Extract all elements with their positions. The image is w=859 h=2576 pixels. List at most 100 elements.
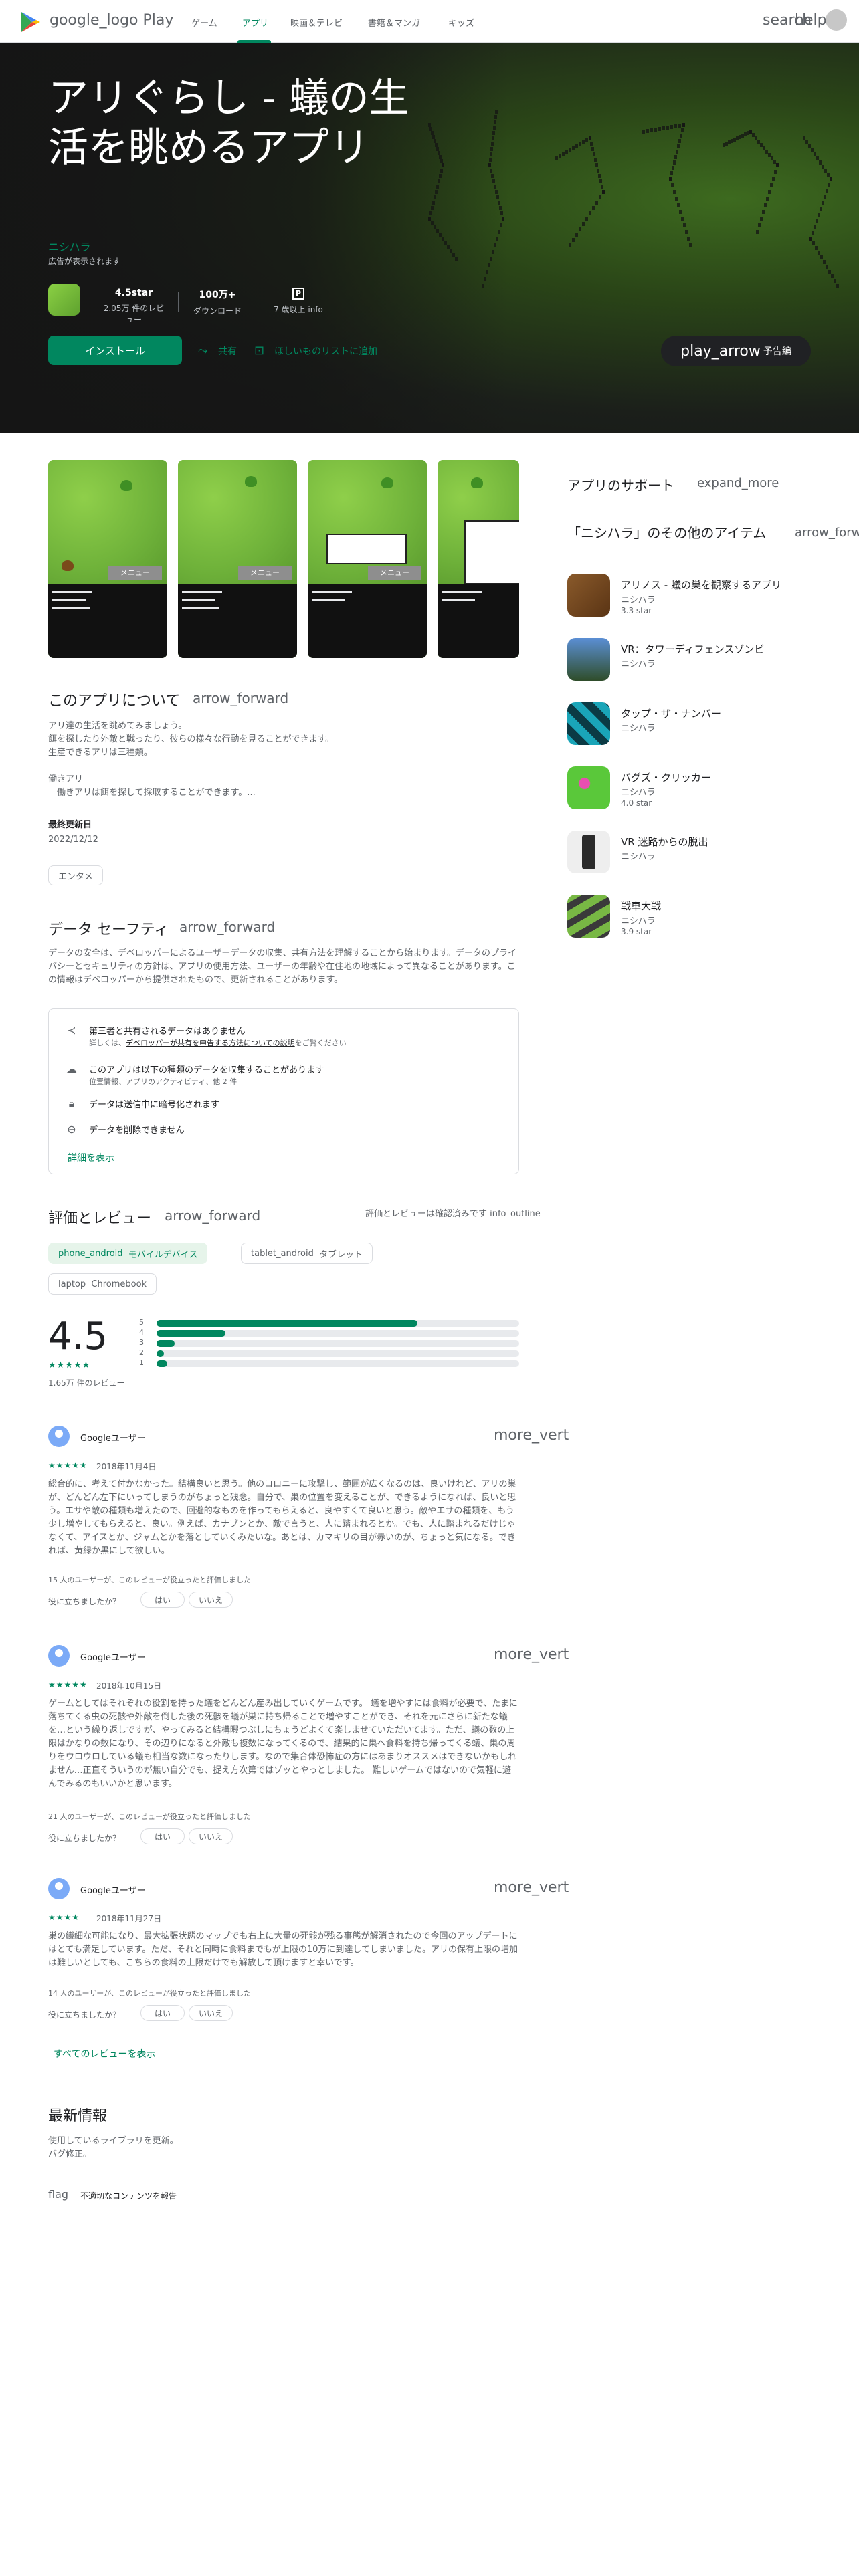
rating-bar-star-label: 1 — [139, 1358, 144, 1367]
screenshot-1[interactable]: メニュー — [48, 460, 167, 658]
ant-sprite — [681, 217, 684, 221]
related-app-developer: ニシハラ — [621, 724, 656, 734]
related-app-item[interactable]: VR 迷路からの脱出 ニシハラ — [567, 831, 835, 877]
developer-link[interactable]: ニシハラ — [48, 238, 91, 254]
more-vert-icon[interactable]: more_vert — [494, 1879, 569, 1896]
review-no-button[interactable]: いいえ — [189, 1592, 233, 1608]
ant-sprite — [744, 132, 747, 136]
data-safety-arrow-icon[interactable]: arrow_forward — [179, 919, 275, 935]
google-play-logo-text[interactable]: google_logo Play — [50, 12, 173, 29]
google-play-logo-icon[interactable] — [20, 11, 41, 33]
content-rating-label[interactable]: 7 歳以上 info — [265, 304, 332, 315]
ant-sprite — [765, 150, 768, 154]
review-helpful-question: 役に立ちましたか？ — [48, 1834, 121, 1843]
tree-sprite — [381, 477, 393, 488]
review-date: 2018年11月27日 — [96, 1914, 162, 1923]
share-icon: ≺ — [67, 1024, 76, 1037]
device-chip-phone[interactable]: phone_android モバイルデバイス — [48, 1243, 208, 1264]
tree-sprite — [471, 477, 483, 488]
ant-sprite — [739, 135, 741, 139]
rating-bar-fill — [157, 1340, 175, 1347]
about-title[interactable]: このアプリについて — [48, 689, 180, 710]
category-chip[interactable]: エンタメ — [48, 865, 103, 885]
ant-sprite — [689, 243, 692, 247]
review-yes-button[interactable]: はい — [140, 1592, 185, 1608]
share-button[interactable]: 共有 — [218, 344, 237, 358]
related-app-icon — [567, 702, 610, 745]
ant-sprite — [762, 210, 765, 214]
ant-sprite — [728, 140, 731, 144]
screenshot-dialog — [326, 534, 407, 564]
ant-sprite — [823, 260, 826, 264]
ant-sprite — [676, 150, 678, 154]
help-icon[interactable]: help — [795, 12, 827, 29]
more-by-developer-arrow-icon[interactable]: arrow_forward — [795, 526, 859, 540]
report-content-link[interactable]: 不適切なコンテンツを報告 — [80, 2189, 177, 2203]
flag-icon[interactable]: flag — [48, 2188, 68, 2202]
share-icon[interactable]: ⤳ — [198, 344, 207, 358]
nav-tab-apps[interactable]: アプリ — [242, 16, 268, 29]
screenshot-2[interactable]: メニュー — [178, 460, 297, 658]
ant-sprite — [811, 148, 814, 152]
rating-bar-star-label: 5 — [139, 1318, 144, 1327]
review-no-button[interactable]: いいえ — [189, 1828, 233, 1844]
average-rating-score: 4.5 — [48, 1315, 108, 1358]
install-button[interactable]: インストール — [48, 336, 182, 365]
ant-sprite — [597, 169, 599, 173]
device-chip-tablet[interactable]: tablet_android タブレット — [241, 1243, 373, 1264]
review-yes-button[interactable]: はい — [140, 2005, 185, 2021]
more-by-developer-title[interactable]: 「ニシハラ」のその他のアイテム — [567, 523, 775, 543]
related-app-item[interactable]: アリノス - 蟻の巣を観察するアプリ ニシハラ 3.3 star — [567, 574, 835, 621]
account-avatar-icon[interactable] — [826, 9, 847, 31]
related-app-item[interactable]: 戦車大戦 ニシハラ 3.9 star — [567, 895, 835, 942]
screenshot-3[interactable]: メニュー — [308, 460, 427, 658]
related-app-icon — [567, 638, 610, 681]
data-safety-title[interactable]: データ セーフティ — [48, 918, 169, 939]
expand-more-icon[interactable]: expand_more — [697, 476, 779, 490]
all-reviews-link[interactable]: すべてのレビューを表示 — [54, 2048, 155, 2061]
review-yes-button[interactable]: はい — [140, 1828, 185, 1844]
about-line: アリ達の生活を眺めてみましょう。 — [48, 721, 187, 731]
data-safety-details-link[interactable]: 詳細を表示 — [68, 1151, 114, 1164]
related-app-name: タップ・ザ・ナンバー — [621, 708, 722, 720]
tree-sprite — [120, 480, 132, 491]
ant-sprite — [658, 127, 661, 131]
more-vert-icon[interactable]: more_vert — [494, 1646, 569, 1663]
nav-tab-books[interactable]: 書籍＆マンガ — [368, 16, 420, 29]
bookmark-icon[interactable]: ⊡ — [254, 344, 264, 358]
trailer-button[interactable]: play_arrow 予告編 — [661, 336, 811, 366]
wishlist-button[interactable]: ほしいものリストに追加 — [274, 344, 377, 358]
ant-sprite — [599, 179, 602, 183]
ant-sprite — [824, 195, 826, 199]
ratings-title[interactable]: 評価とレビュー — [48, 1206, 151, 1228]
content-rating-stat: P 7 歳以上 info — [265, 288, 332, 315]
learn-more-link[interactable]: デベロッパーが共有を申告する方法についての説明 — [126, 1039, 295, 1047]
nav-tab-movies-tv[interactable]: 映画＆テレビ — [290, 16, 343, 29]
nav-tab-kids[interactable]: キッズ — [448, 16, 474, 29]
device-chip-chromebook[interactable]: laptop Chromebook — [48, 1273, 157, 1295]
rating-stat: 4.5star 2.05万 件のレビュー — [100, 288, 167, 325]
nav-tab-games[interactable]: ゲーム — [191, 16, 217, 29]
ant-sprite — [776, 163, 779, 167]
about-arrow-icon[interactable]: arrow_forward — [193, 690, 288, 706]
ant-sprite — [758, 223, 761, 227]
screenshot-4[interactable] — [438, 460, 519, 658]
more-vert-icon[interactable]: more_vert — [494, 1427, 569, 1444]
ant-sprite — [669, 177, 672, 181]
ant-sprite — [673, 190, 676, 194]
related-app-name: バグズ・クリッカー — [621, 772, 712, 784]
related-app-item[interactable]: バグズ・クリッカー ニシハラ 4.0 star — [567, 766, 835, 813]
rating-bar-track — [157, 1340, 519, 1347]
ant-sprite — [836, 284, 839, 288]
ratings-verified-note[interactable]: 評価とレビューは確認済みです info_outline — [365, 1208, 541, 1221]
related-app-item[interactable]: VR：タワーディフェンスゾンビ ニシハラ — [567, 638, 835, 685]
ant-sprite — [827, 173, 830, 177]
review-no-button[interactable]: いいえ — [189, 2005, 233, 2021]
ratings-arrow-icon[interactable]: arrow_forward — [165, 1208, 260, 1224]
related-app-item[interactable]: タップ・ザ・ナンバー ニシハラ — [567, 702, 835, 749]
screenshot-menu-button: メニュー — [368, 566, 421, 580]
ant-sprite — [559, 154, 561, 158]
review-stars: ★★★★ — [48, 1913, 80, 1922]
ant-sprite — [654, 128, 657, 132]
app-support-title[interactable]: アプリのサポート — [567, 475, 674, 494]
